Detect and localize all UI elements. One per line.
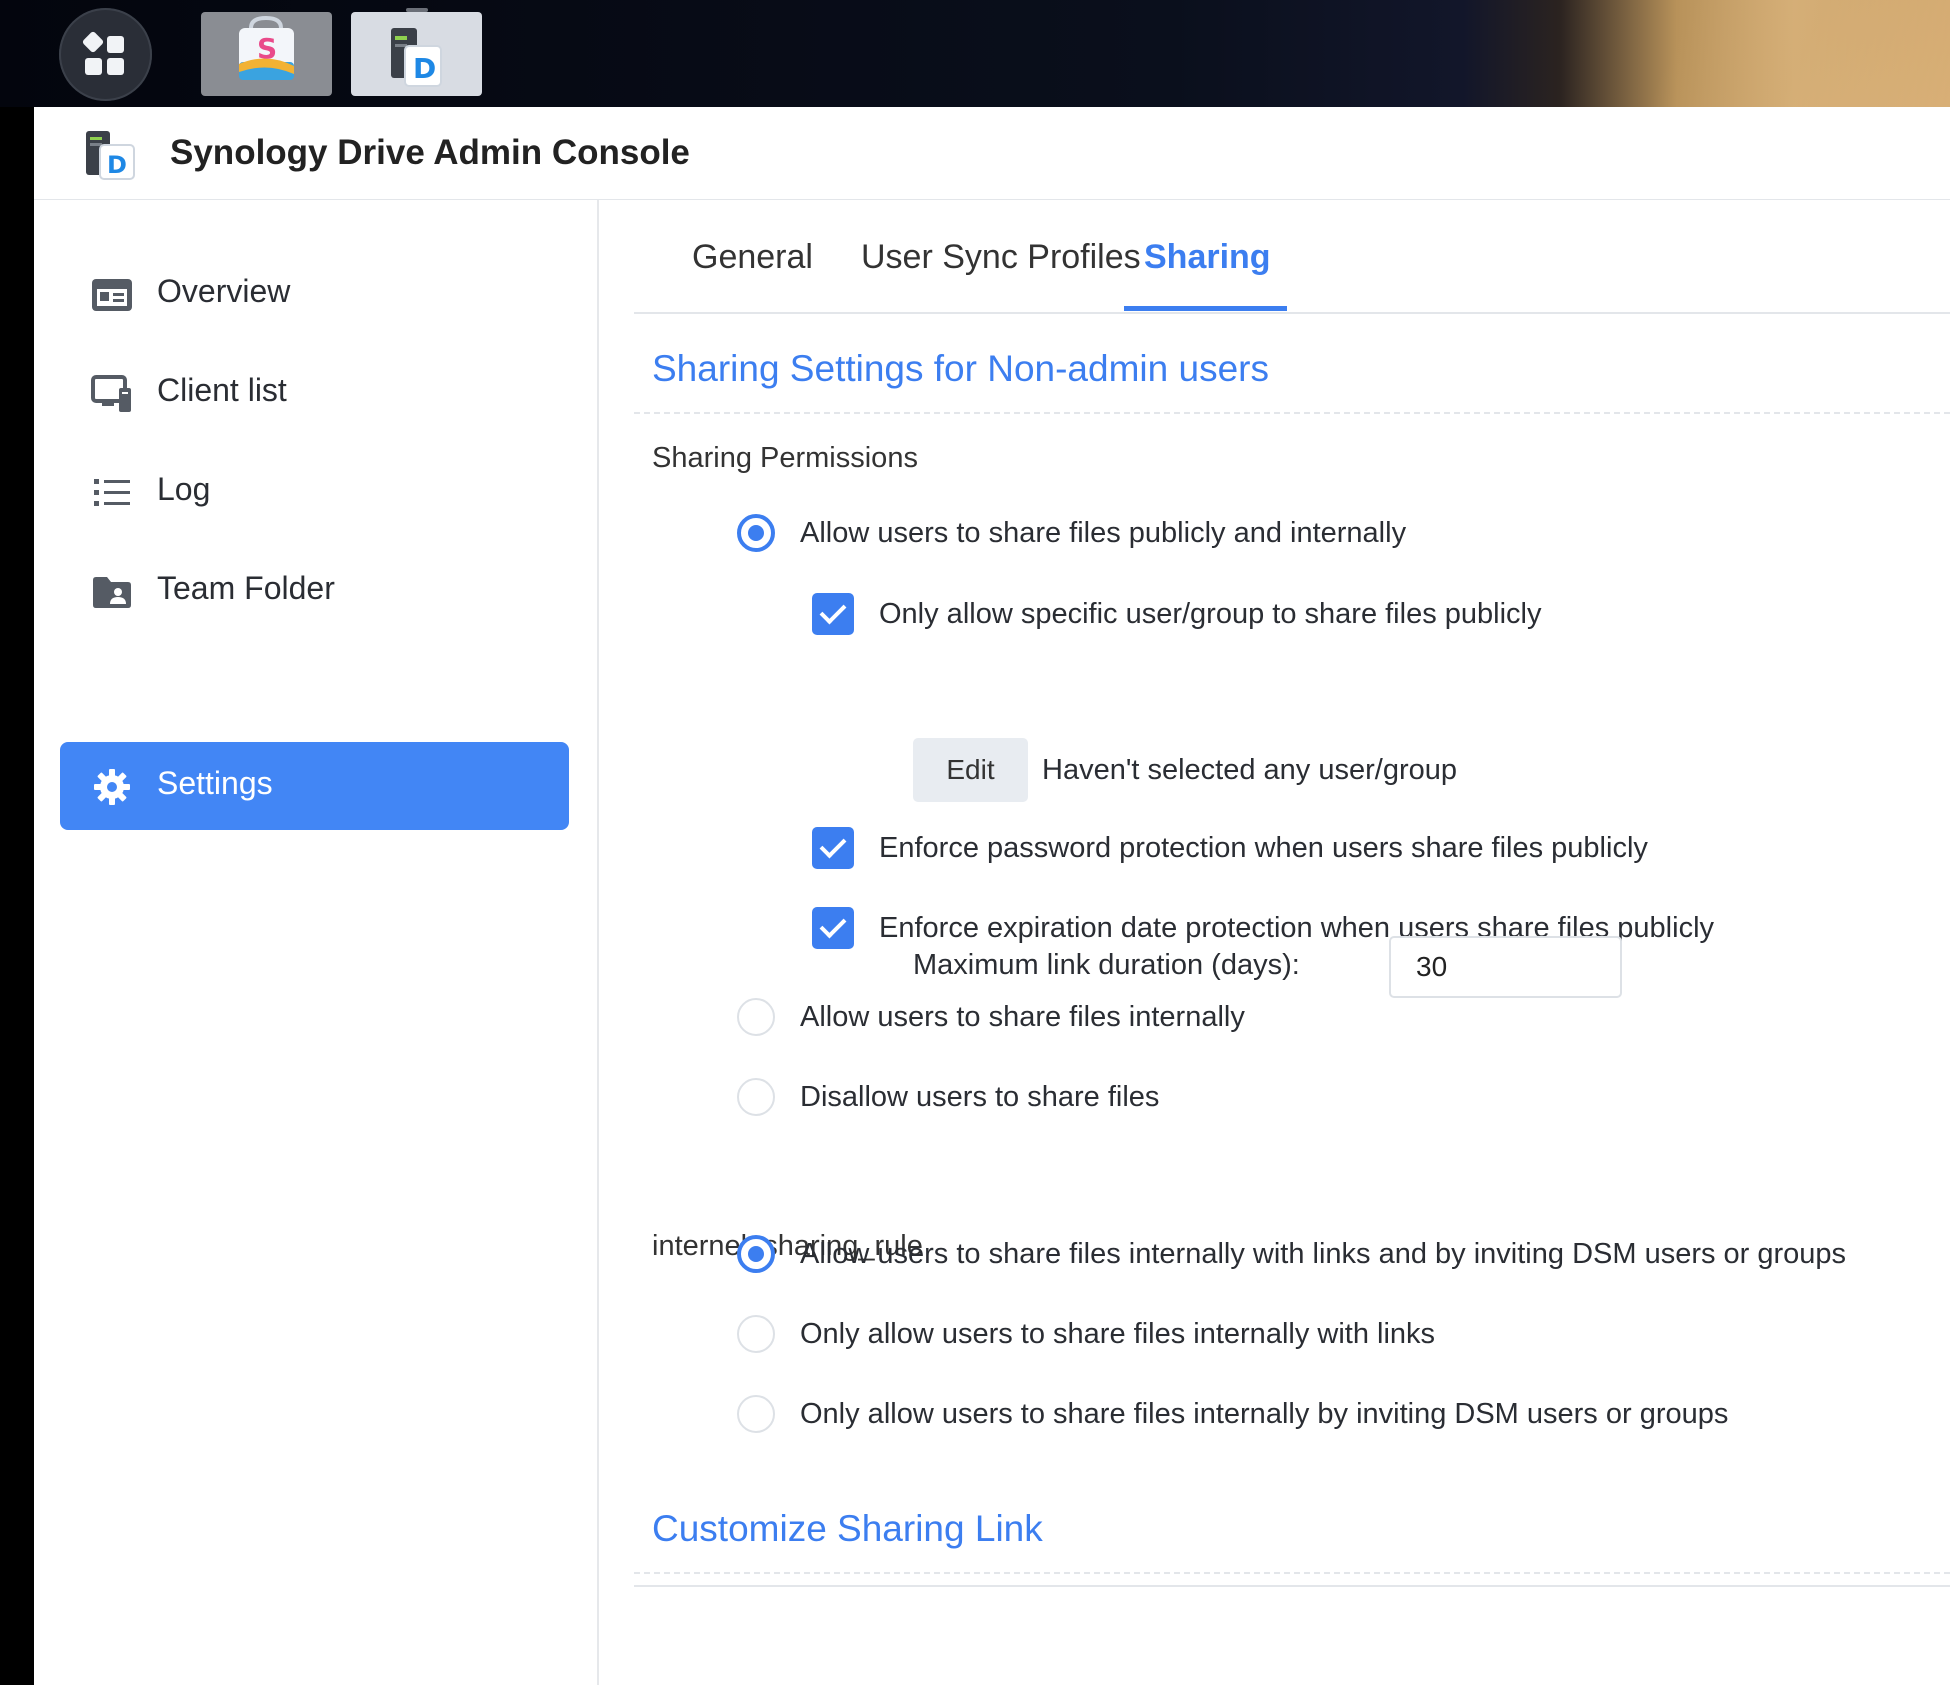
svg-text:D: D xyxy=(107,151,127,179)
checkbox-enforce-password[interactable]: Enforce password protection when users s… xyxy=(812,827,1648,869)
running-indicator xyxy=(405,8,428,12)
window-titlebar: D Synology Drive Admin Console xyxy=(34,107,1950,200)
radio-share-internally[interactable]: Allow users to share files internally xyxy=(737,998,1245,1036)
option-label: Allow users to share files publicly and … xyxy=(800,516,1407,549)
settings-content: General User Sync Profiles Sharing Shari… xyxy=(634,200,1950,1685)
svg-text:D: D xyxy=(413,52,436,85)
radio-internal-invite-only[interactable]: Only allow users to share files internal… xyxy=(737,1395,1728,1433)
tab-user-sync-profiles[interactable]: User Sync Profiles xyxy=(861,238,1141,277)
selected-users-hint: Haven't selected any user/group xyxy=(1042,754,1458,786)
section-title-customize-link: Customize Sharing Link xyxy=(652,1508,1043,1549)
radio-internal-links-only[interactable]: Only allow users to share files internal… xyxy=(737,1315,1435,1353)
sidebar-item-log[interactable]: Log xyxy=(60,448,569,536)
sidebar-item-overview[interactable]: Overview xyxy=(60,250,569,338)
team-folder-icon xyxy=(90,575,134,609)
sidebar-item-label: Team Folder xyxy=(157,570,335,606)
max-link-duration-input[interactable] xyxy=(1389,936,1622,998)
option-label: Only allow users to share files internal… xyxy=(800,1397,1729,1430)
radio-share-publicly-internally[interactable]: Allow users to share files publicly and … xyxy=(737,514,1406,552)
checkbox-checked[interactable] xyxy=(812,593,854,635)
section-bottom-border xyxy=(634,1585,1950,1587)
checkbox-checked[interactable] xyxy=(812,827,854,869)
max-link-duration-label: Maximum link duration (days): xyxy=(913,949,1300,981)
section-divider xyxy=(634,1572,1950,1574)
synology-drive-app-icon: D xyxy=(86,131,135,180)
sidebar: Overview Client list Log Team Folder Set… xyxy=(34,200,599,1685)
sidebar-item-client-list[interactable]: Client list xyxy=(60,349,569,437)
radio-button[interactable] xyxy=(737,1078,775,1116)
sidebar-item-label: Client list xyxy=(157,372,287,408)
package-center-icon: S xyxy=(239,15,294,80)
main-menu-button[interactable] xyxy=(59,8,152,101)
edit-button[interactable]: Edit xyxy=(913,738,1028,802)
window-title: Synology Drive Admin Console xyxy=(170,133,690,172)
taskbar-app-package-center[interactable]: S xyxy=(201,12,332,96)
taskbar: S D xyxy=(0,0,1950,107)
option-label: Disallow users to share files xyxy=(800,1080,1160,1113)
active-tab-indicator xyxy=(1124,306,1287,311)
sidebar-item-label: Settings xyxy=(157,765,273,801)
checkbox-specific-user-group[interactable]: Only allow specific user/group to share … xyxy=(812,593,1541,635)
synology-drive-icon: D xyxy=(391,28,442,87)
overview-icon xyxy=(90,278,134,312)
option-label: Allow users to share files internally wi… xyxy=(800,1237,1847,1270)
taskbar-app-synology-drive[interactable]: D xyxy=(351,8,482,96)
radio-button[interactable] xyxy=(737,1315,775,1353)
checkbox-checked[interactable] xyxy=(812,907,854,949)
client-list-icon xyxy=(90,375,134,412)
radio-button[interactable] xyxy=(737,998,775,1036)
sidebar-item-settings[interactable]: Settings xyxy=(60,742,569,830)
radio-internal-links-and-invite[interactable]: Allow users to share files internally wi… xyxy=(737,1235,1846,1273)
option-label: Only allow specific user/group to share … xyxy=(879,597,1542,630)
radio-button[interactable] xyxy=(737,1395,775,1433)
section-divider xyxy=(634,412,1950,414)
tab-bar: General User Sync Profiles Sharing xyxy=(634,200,1950,314)
tab-general[interactable]: General xyxy=(692,238,813,277)
admin-console-window: D Synology Drive Admin Console Overview … xyxy=(34,107,1950,1685)
radio-button-selected[interactable] xyxy=(737,514,775,552)
sidebar-item-label: Overview xyxy=(157,273,291,309)
section-title-sharing-settings: Sharing Settings for Non-admin users xyxy=(652,348,1269,389)
option-label: Allow users to share files internally xyxy=(800,1000,1245,1033)
log-list-icon xyxy=(90,476,134,510)
desktop-edge xyxy=(0,107,34,1685)
sharing-permissions-label: Sharing Permissions xyxy=(652,442,918,474)
option-label: Only allow users to share files internal… xyxy=(800,1317,1436,1350)
gear-icon xyxy=(90,769,134,805)
option-label: Enforce password protection when users s… xyxy=(879,831,1648,864)
sidebar-item-label: Log xyxy=(157,471,211,507)
tab-sharing[interactable]: Sharing xyxy=(1144,238,1271,277)
radio-disallow-sharing[interactable]: Disallow users to share files xyxy=(737,1078,1159,1116)
radio-button-selected[interactable] xyxy=(737,1235,775,1273)
svg-text:S: S xyxy=(257,32,277,65)
sidebar-item-team-folder[interactable]: Team Folder xyxy=(60,547,569,635)
wallpaper-shade xyxy=(1620,0,1950,107)
